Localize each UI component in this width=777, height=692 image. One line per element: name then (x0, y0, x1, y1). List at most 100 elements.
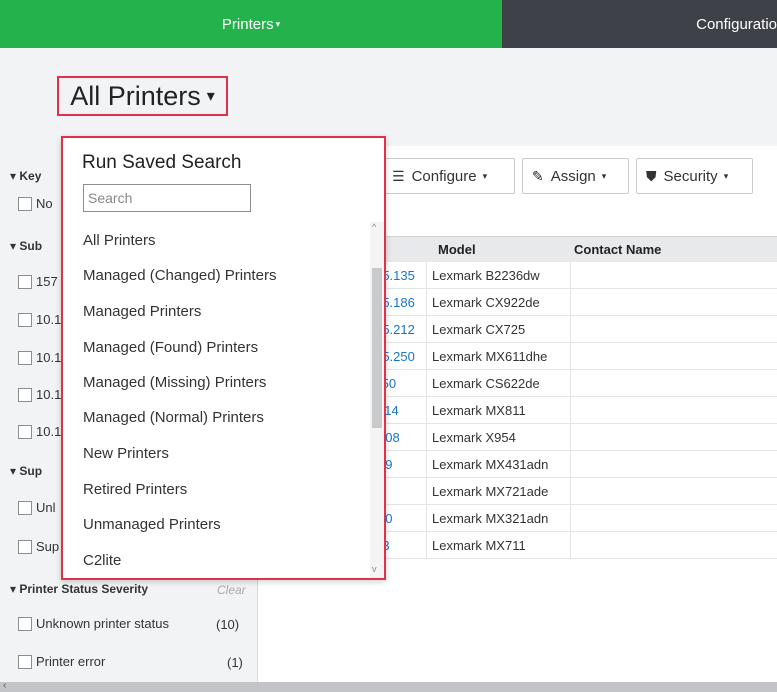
chevron-down-icon: ▾ (601, 170, 607, 181)
top-nav: Printers ▾ Configuratio (0, 0, 777, 48)
shield-icon: ⛊ (646, 167, 657, 184)
horizontal-scrollbar[interactable]: ‹ (0, 680, 777, 692)
model-cell: Lexmark MX431adn (432, 457, 549, 472)
column-header-contact-name[interactable]: Contact Name (574, 242, 661, 257)
tab-configurations-label: Configuratio (696, 15, 777, 33)
chevron-down-icon: ▾ (723, 170, 729, 181)
dropdown-heading: Run Saved Search (82, 152, 242, 173)
saved-search-item[interactable]: Managed (Changed) Printers (83, 267, 276, 284)
table-row[interactable]: 20Lexmark MX321adn (371, 505, 777, 532)
table-row[interactable]: )5.250 Lexmark MX611dhe (371, 343, 777, 370)
filter-option-label: Printer error (36, 654, 106, 669)
page-title: All Printers (70, 80, 201, 111)
filter-option[interactable]: 10.1 (18, 312, 61, 327)
checkbox[interactable] (18, 350, 32, 365)
saved-search-item[interactable]: Managed (Missing) Printers (83, 374, 266, 391)
saved-search-item[interactable]: Managed (Normal) Printers (83, 409, 264, 426)
saved-search-item[interactable]: Unmanaged Printers (83, 516, 221, 533)
checkbox[interactable] (18, 539, 32, 554)
dropdown-scrollbar[interactable]: ^ v (370, 222, 384, 578)
saved-search-item[interactable]: Retired Printers (83, 481, 187, 498)
checkbox[interactable] (18, 616, 32, 631)
model-cell: Lexmark X954 (432, 430, 516, 445)
saved-search-item[interactable]: New Printers (83, 445, 169, 462)
table-row[interactable]: 8Lexmark MX721ade (371, 478, 777, 505)
filter-group-label: Sub (19, 239, 43, 253)
model-cell: Lexmark CX922de (432, 295, 540, 310)
filter-option-label: 10.1 (36, 312, 62, 327)
table-row[interactable]: )5.135 Lexmark B2236dw (371, 262, 777, 289)
checkbox[interactable] (18, 196, 32, 211)
table-row[interactable]: )5.212 Lexmark CX725 (371, 316, 777, 343)
column-header-model[interactable]: Model (438, 242, 476, 257)
saved-search-item[interactable]: C2lite (83, 552, 121, 569)
table-header: Model Contact Name (371, 236, 777, 262)
chevron-down-icon[interactable]: v (372, 564, 377, 574)
model-cell: Lexmark MX721ade (432, 484, 549, 499)
table-row[interactable]: .50 Lexmark CS622de (371, 370, 777, 397)
filter-group-label: Printer Status Severity (19, 582, 149, 596)
tab-configurations[interactable]: Configuratio (502, 0, 777, 48)
assign-label: Assign (550, 167, 596, 185)
model-cell: Lexmark B2236dw (432, 268, 540, 283)
checkbox[interactable] (18, 387, 32, 402)
filter-option[interactable]: Sup (18, 539, 59, 554)
table-row[interactable]: )3Lexmark MX711 (371, 532, 777, 559)
model-cell: Lexmark MX811 (432, 403, 526, 418)
pin-icon: ✎ (532, 167, 544, 184)
security-label: Security (663, 167, 718, 185)
filter-group-status-severity[interactable]: ▾ Printer Status Severity (10, 582, 148, 596)
filter-option-label: 157 (36, 274, 58, 289)
configure-button[interactable]: ☰ Configure ▾ (382, 158, 515, 194)
table-row[interactable]: )5.186 Lexmark CX922de (371, 289, 777, 316)
checkbox[interactable] (18, 424, 32, 439)
chevron-down-icon: ▾ (206, 88, 215, 105)
filter-option[interactable]: No (18, 196, 53, 211)
filter-group-keyword[interactable]: ▾ Key (10, 169, 41, 183)
filter-option-label: Unknown printer status (36, 616, 169, 631)
security-button[interactable]: ⛊ Security ▾ (636, 158, 753, 194)
filter-option[interactable]: 157 (18, 274, 58, 289)
chevron-down-icon: ▾ (482, 170, 488, 181)
filter-option-label: Sup (36, 539, 60, 554)
model-cell: Lexmark MX611dhe (432, 349, 548, 364)
saved-search-item[interactable]: Managed (Found) Printers (83, 339, 258, 356)
checkbox[interactable] (18, 654, 32, 669)
model-cell: Lexmark CX725 (432, 322, 526, 337)
chevron-left-icon[interactable]: ‹ (3, 680, 6, 691)
tab-printers-label: Printers (221, 15, 274, 33)
filter-option[interactable]: 10.1 (18, 350, 61, 365)
filter-option[interactable]: 10.1 (18, 387, 61, 402)
tab-printers[interactable]: Printers ▾ (0, 0, 502, 48)
configure-label: Configure (411, 167, 477, 185)
table-row[interactable]: 208 Lexmark X954 (371, 424, 777, 451)
list-icon: ☰ (392, 167, 405, 184)
filter-option-label: 10.1 (36, 387, 62, 402)
checkbox[interactable] (18, 274, 32, 289)
chevron-up-icon[interactable]: ^ (372, 222, 376, 232)
model-cell: Lexmark CS622de (432, 376, 540, 391)
model-cell: Lexmark MX711 (432, 538, 526, 553)
filter-option-count: (1) (227, 655, 243, 670)
filter-group-label: Key (19, 169, 42, 183)
saved-search-item[interactable]: Managed Printers (83, 303, 201, 320)
filter-option[interactable]: Unl (18, 500, 56, 515)
filter-option-label: 10.1 (36, 424, 62, 439)
table-row[interactable]: 29Lexmark MX431adn (371, 451, 777, 478)
filter-group-subnet[interactable]: ▾ Sub (10, 239, 42, 253)
clear-link[interactable]: Clear (217, 583, 246, 597)
filter-option[interactable]: Printer error (18, 654, 105, 669)
filter-option-label: No (36, 196, 53, 211)
saved-search-item[interactable]: All Printers (83, 232, 156, 249)
checkbox[interactable] (18, 500, 32, 515)
assign-button[interactable]: ✎ Assign ▾ (522, 158, 629, 194)
filter-group-supported[interactable]: ▾ Sup (10, 464, 42, 478)
scrollbar-thumb[interactable] (372, 268, 382, 428)
table-row[interactable]: 114 Lexmark MX811 (371, 397, 777, 424)
page-title-selector[interactable]: All Printers ▾ (57, 76, 228, 116)
search-input[interactable] (83, 184, 251, 212)
filter-option[interactable]: Unknown printer status (18, 616, 169, 631)
model-cell: Lexmark MX321adn (432, 511, 549, 526)
checkbox[interactable] (18, 312, 32, 327)
filter-option[interactable]: 10.1 (18, 424, 61, 439)
